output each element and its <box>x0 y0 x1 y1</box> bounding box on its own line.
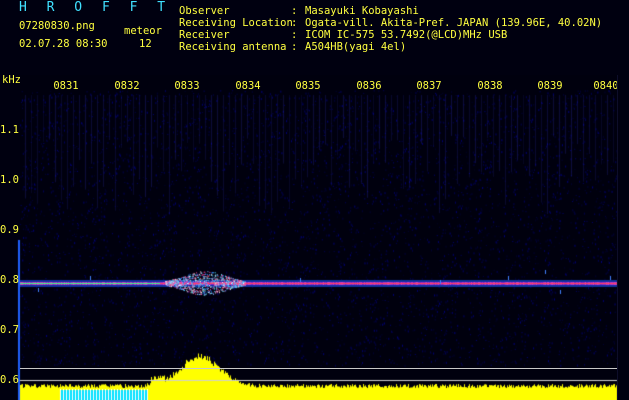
meteor-count: 12 <box>139 38 152 50</box>
x-tick-label: 0838 <box>477 80 503 92</box>
plot-right-edge <box>617 75 618 400</box>
power-baseline <box>20 368 617 369</box>
x-tick-label: 0835 <box>295 80 321 92</box>
hrofft-spectrogram-window: H R O F F T 07280830.png meteor 02.07.28… <box>0 0 629 400</box>
x-tick-label: 0836 <box>356 80 382 92</box>
meta-label-observer: Observer <box>179 5 230 17</box>
y-tick-label: 0.9 <box>0 224 19 236</box>
meta-sep: : <box>291 41 298 53</box>
meteor-label: meteor <box>124 25 162 37</box>
x-tick-label: 0837 <box>416 80 442 92</box>
x-tick-label: 0832 <box>114 80 140 92</box>
meta-sep: : <box>291 5 298 17</box>
x-tick-label: 0834 <box>235 80 261 92</box>
file-name: 07280830.png <box>19 20 95 32</box>
meta-label-receiver: Receiver <box>179 29 230 41</box>
app-title: H R O F F T <box>19 0 172 15</box>
y-axis-unit: kHz <box>2 74 21 86</box>
y-tick-label: 0.7 <box>0 324 19 336</box>
meta-value-antenna: A504HB(yagi 4el) <box>305 41 407 53</box>
datetime-label: 02.07.28 08:30 <box>19 38 108 50</box>
y-tick-label: 1.0 <box>0 174 19 186</box>
x-tick-label: 0833 <box>174 80 200 92</box>
meta-value-location: Ogata-vill. Akita-Pref. JAPAN (139.96E, … <box>305 17 603 29</box>
meta-value-observer: Masayuki Kobayashi <box>305 5 419 17</box>
y-tick-label: 0.8 <box>0 274 19 286</box>
y-tick-label: 1.1 <box>0 124 19 136</box>
spectrogram-canvas <box>0 0 629 400</box>
meta-sep: : <box>291 29 298 41</box>
x-tick-label: 0831 <box>53 80 79 92</box>
meta-label-antenna: Receiving antenna <box>179 41 287 53</box>
y-tick-label: 0.6 <box>0 374 19 386</box>
x-tick-label: 0839 <box>537 80 563 92</box>
meta-label-location: Receiving Location <box>179 17 293 29</box>
meta-sep: : <box>291 17 298 29</box>
meta-value-receiver: ICOM IC-575 53.7492(@LCD)MHz USB <box>305 29 508 41</box>
